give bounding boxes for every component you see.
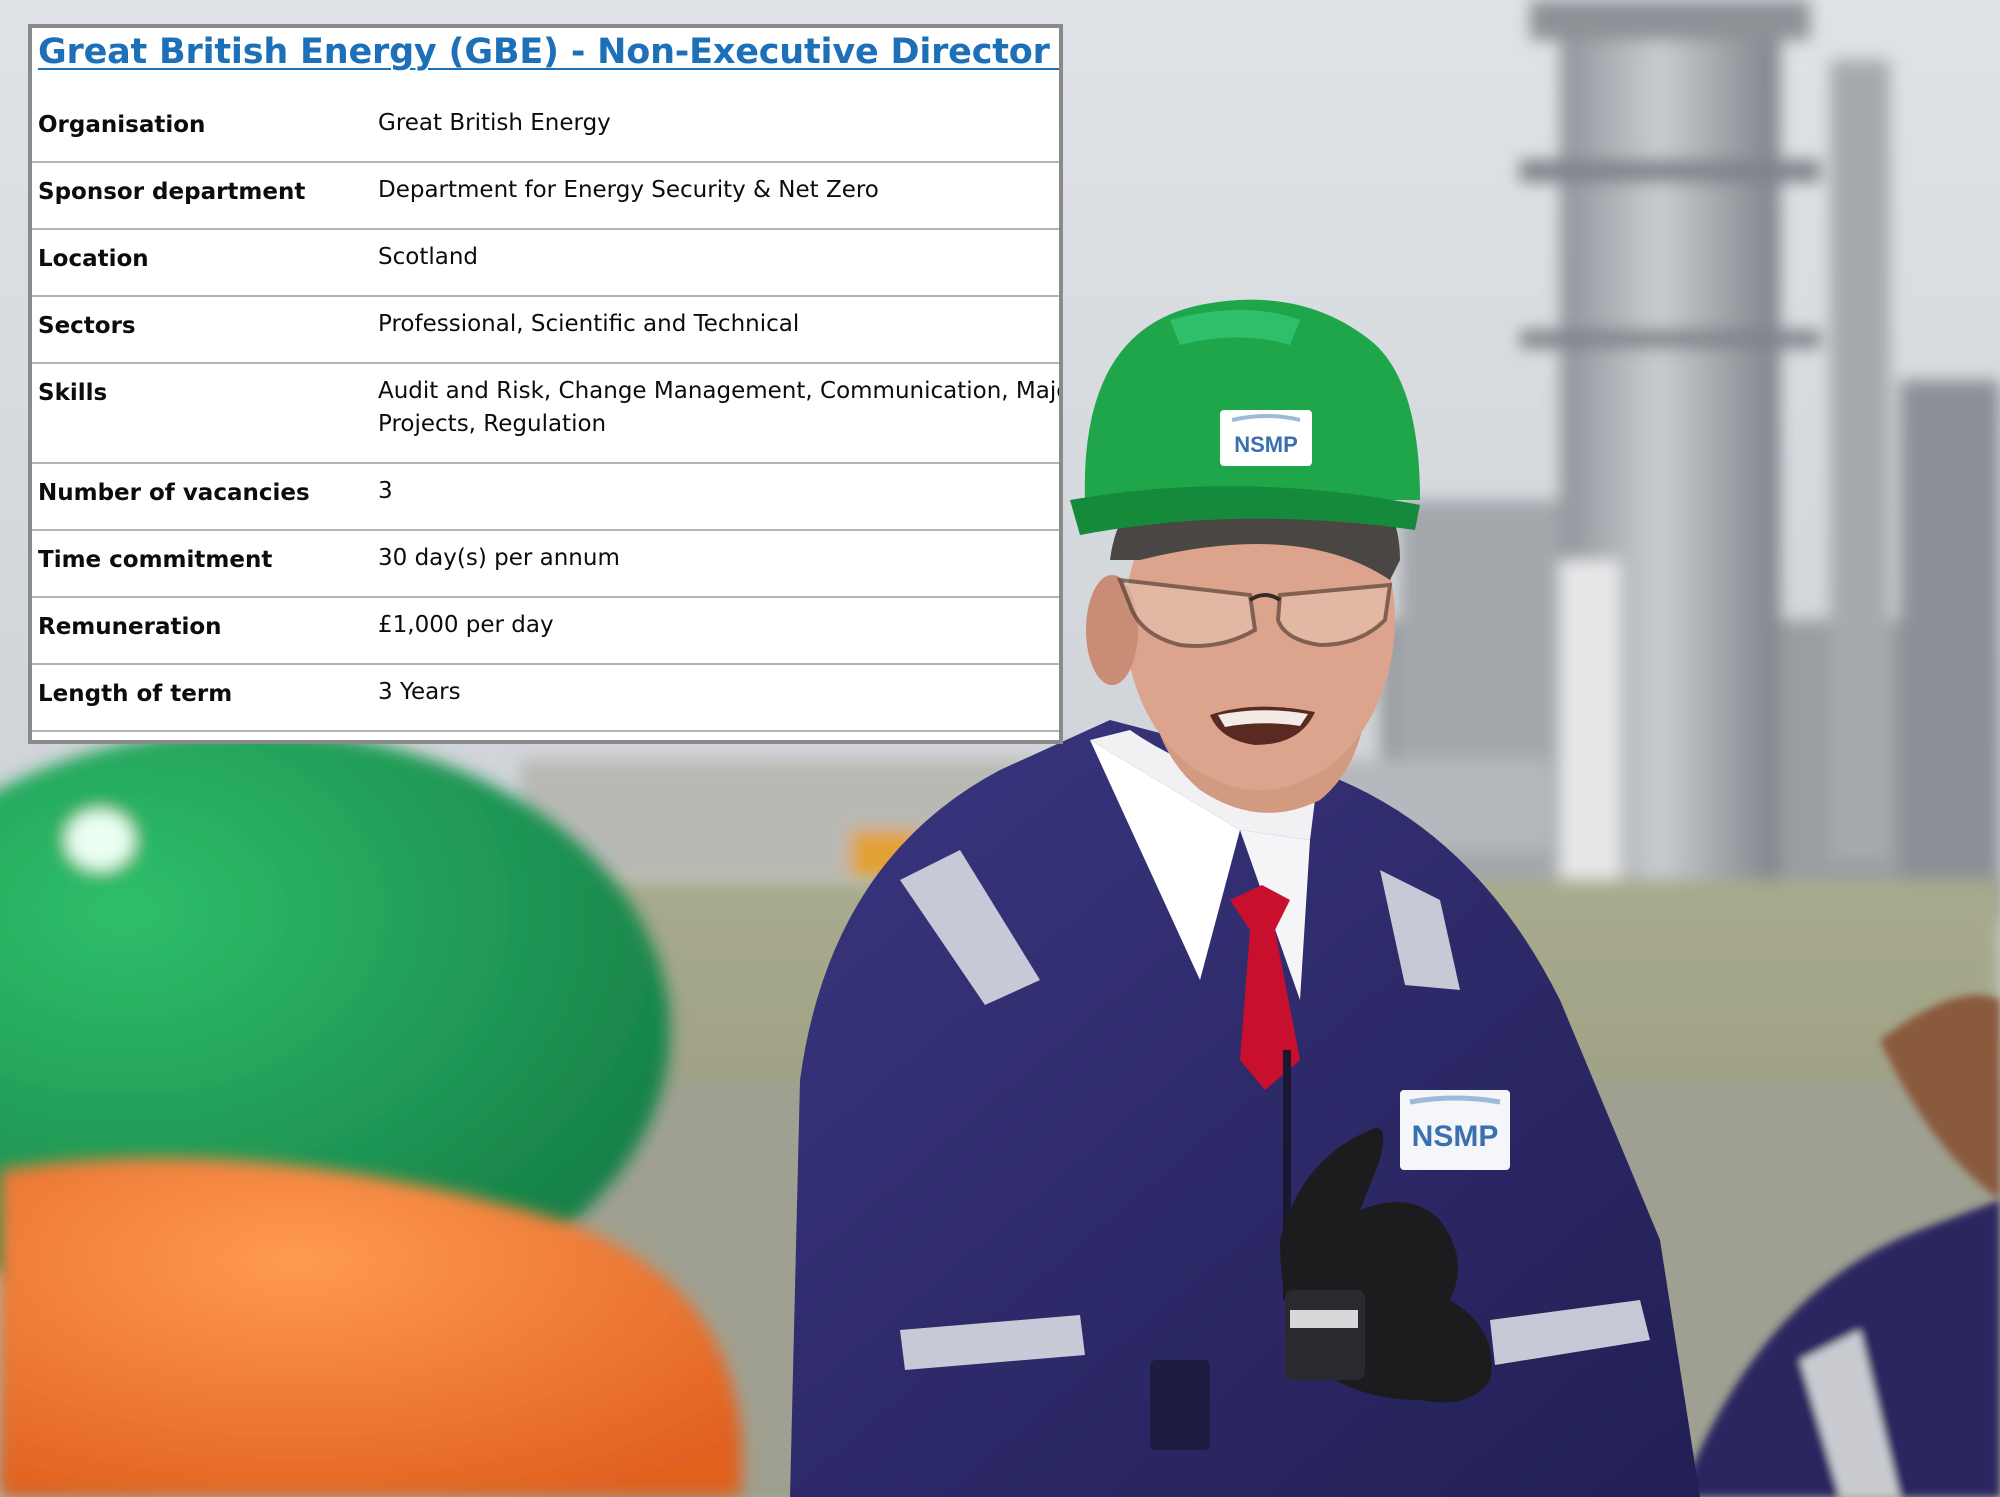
row-remuneration: Remuneration £1,000 per day — [32, 598, 1059, 665]
row-label: Time commitment — [38, 547, 273, 573]
row-skills: Skills Audit and Risk, Change Management… — [32, 364, 1059, 464]
row-sectors: Sectors Professional, Scientific and Tec… — [32, 297, 1059, 364]
row-value: Scotland — [378, 244, 478, 270]
listing-details-table: Organisation Great British Energy Sponso… — [32, 96, 1059, 732]
row-time-commitment: Time commitment 30 day(s) per annum — [32, 531, 1059, 598]
row-number-of-vacancies: Number of vacancies 3 — [32, 464, 1059, 531]
row-label: Skills — [38, 380, 108, 406]
row-label: Length of term — [38, 681, 233, 707]
row-value: Great British Energy — [378, 110, 611, 136]
row-label: Location — [38, 246, 149, 272]
row-sponsor-department: Sponsor department Department for Energy… — [32, 163, 1059, 230]
row-label: Number of vacancies — [38, 480, 310, 506]
row-label: Sponsor department — [38, 179, 306, 205]
row-value: 30 day(s) per annum — [378, 545, 620, 571]
chest-badge-text: NSMP — [1412, 1120, 1499, 1153]
row-value: Professional, Scientific and Technical — [378, 311, 800, 337]
row-value: Audit and Risk, Change Management, Commu… — [378, 378, 1063, 437]
row-value: £1,000 per day — [378, 612, 554, 638]
row-label: Sectors — [38, 313, 136, 339]
appointment-listing-card: Great British Energy (GBE) - Non-Executi… — [28, 24, 1063, 744]
helmet-badge-text: NSMP — [1234, 432, 1298, 457]
row-length-of-term: Length of term 3 Years — [32, 665, 1059, 732]
row-value: 3 Years — [378, 679, 461, 705]
row-label: Remuneration — [38, 614, 222, 640]
listing-title-link[interactable]: Great British Energy (GBE) - Non-Executi… — [38, 32, 1059, 72]
row-organisation: Organisation Great British Energy — [32, 96, 1059, 163]
row-value: Department for Energy Security & Net Zer… — [378, 177, 879, 203]
row-value: 3 — [378, 478, 393, 504]
row-location: Location Scotland — [32, 230, 1059, 297]
row-label: Organisation — [38, 112, 206, 138]
